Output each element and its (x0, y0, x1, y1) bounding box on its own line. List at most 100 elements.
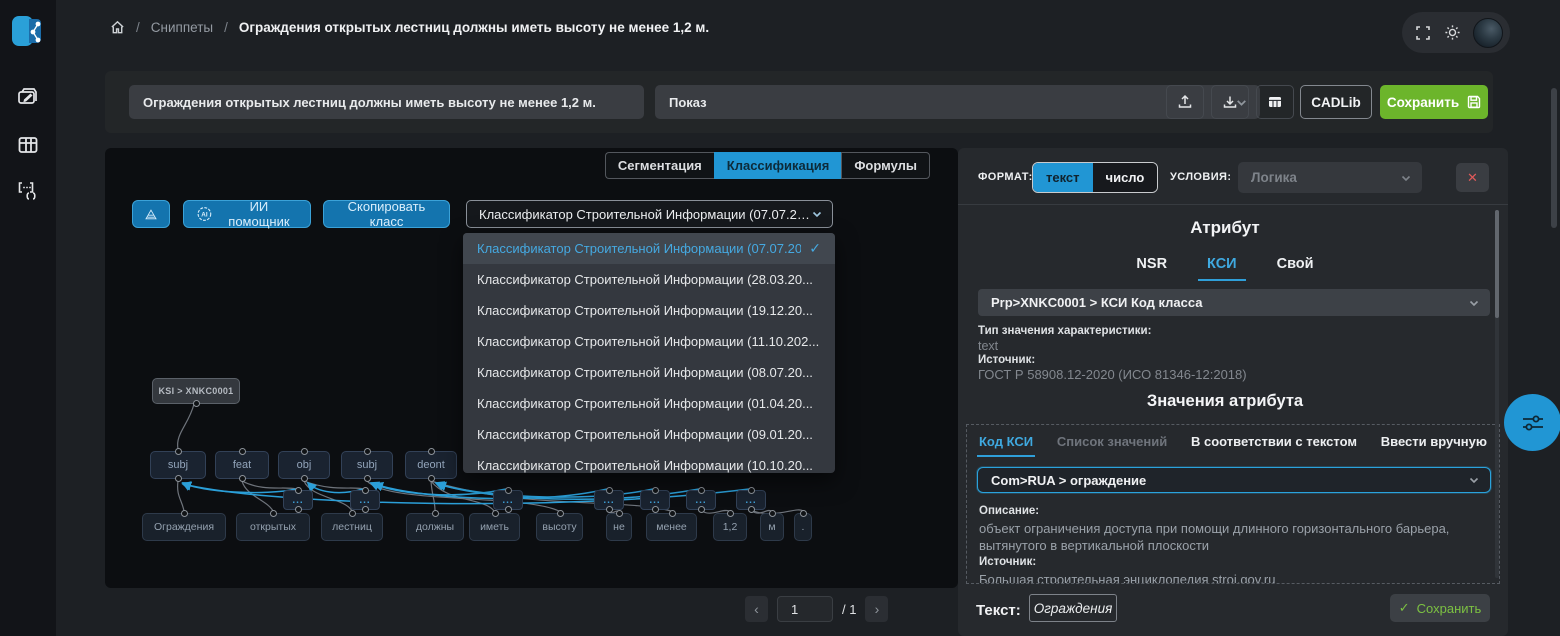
values-tab[interactable]: Ввести вручную (1381, 434, 1487, 449)
role-node[interactable]: feat (215, 451, 269, 479)
sidebar-item-snippets[interactable] (14, 84, 42, 112)
ellipsis-node[interactable]: ... (350, 490, 380, 510)
classifier-option[interactable]: Классификатор Строительной Информации (1… (463, 450, 835, 473)
classifier-option[interactable]: Классификатор Строительной Информации (0… (463, 233, 835, 264)
values-tab[interactable]: Список значений (1057, 434, 1167, 449)
grid-view-button[interactable] (1256, 85, 1294, 119)
value-source: Большая строительная энциклопедия stroi.… (979, 571, 1487, 584)
sun-icon (1444, 24, 1461, 41)
role-node[interactable]: subj (150, 451, 206, 479)
classifier-option-label: Классификатор Строительной Информации (0… (477, 365, 821, 380)
role-node[interactable]: deont (405, 451, 457, 479)
attribute-select[interactable]: Prp>XNKC0001 > КСИ Код класса (978, 289, 1490, 316)
ellipsis-node[interactable]: ... (686, 490, 716, 510)
classifier-option[interactable]: Классификатор Строительной Информации (1… (463, 295, 835, 326)
format-option-text[interactable]: текст (1033, 163, 1093, 192)
classifier-option[interactable]: Классификатор Строительной Информации (0… (463, 419, 835, 450)
classifier-dropdown-menu: Классификатор Строительной Информации (0… (463, 233, 835, 473)
snippet-text-value: Ограждения открытых лестниц должны иметь… (143, 95, 596, 110)
layers-button[interactable] (132, 200, 170, 228)
canvas-tab[interactable]: Сегментация (605, 152, 714, 179)
chevron-down-icon (1468, 297, 1480, 309)
classifier-option[interactable]: Классификатор Строительной Информации (0… (463, 388, 835, 419)
breadcrumb-separator: / (136, 20, 140, 35)
save-button[interactable]: Сохранить (1380, 85, 1488, 119)
save-button-label: Сохранить (1387, 95, 1459, 110)
panel-scrollbar-thumb[interactable] (1495, 210, 1499, 318)
ellipsis-node[interactable]: ... (283, 490, 313, 510)
chevron-down-icon (1400, 172, 1412, 184)
ellipsis-node[interactable]: ... (493, 490, 523, 510)
theme-toggle-button[interactable] (1444, 24, 1461, 41)
attribute-meta: Тип значения характеристики: text Источн… (978, 324, 1247, 382)
fullscreen-button[interactable] (1415, 25, 1431, 41)
word-node[interactable]: лестниц (321, 513, 383, 541)
role-node[interactable]: obj (278, 451, 330, 479)
word-node[interactable]: иметь (469, 513, 520, 541)
ellipsis-node[interactable]: ... (640, 490, 670, 510)
description-line2: вытянутого в вертикальной плоскости (979, 537, 1487, 554)
close-panel-button[interactable]: ✕ (1456, 163, 1489, 192)
word-node[interactable]: открытых (236, 513, 310, 541)
classifier-select[interactable]: Классификатор Строительной Информации (0… (466, 200, 833, 228)
classifier-option[interactable]: Классификатор Строительной Информации (2… (463, 264, 835, 295)
text-value-box[interactable]: Ограждения (1029, 594, 1117, 622)
word-node[interactable]: высоту (536, 513, 583, 541)
format-option-number[interactable]: число (1093, 163, 1158, 192)
word-node[interactable]: не (606, 513, 632, 541)
table-icon (16, 133, 40, 157)
canvas-tab[interactable]: Классификация (714, 152, 842, 179)
value-select[interactable]: Com>RUA > ограждение (977, 467, 1491, 493)
display-mode-value: Показ (669, 95, 1235, 110)
class-code-node[interactable]: KSI > XNKC0001 (152, 378, 240, 404)
filters-fab-button[interactable] (1504, 394, 1560, 451)
word-node[interactable]: Ограждения (142, 513, 226, 541)
classifier-option-label: Классификатор Строительной Информации (1… (477, 303, 821, 318)
word-node[interactable]: должны (406, 513, 464, 541)
classifier-option[interactable]: Классификатор Строительной Информации (0… (463, 357, 835, 388)
attribute-title: Атрибут (958, 218, 1492, 238)
home-button[interactable] (110, 20, 125, 35)
word-node[interactable]: . (794, 513, 812, 541)
canvas-tab[interactable]: Формулы (841, 152, 930, 179)
snippet-text-input[interactable]: Ограждения открытых лестниц должны иметь… (129, 85, 644, 119)
window-scrollbar-thumb[interactable] (1551, 88, 1557, 228)
page-input[interactable]: 1 (777, 596, 833, 622)
word-node[interactable]: менее (646, 513, 697, 541)
word-node[interactable]: м (760, 513, 784, 541)
app-logo[interactable] (11, 14, 45, 48)
cadlib-button[interactable]: CADLib (1300, 85, 1372, 119)
description-label: Описание: (979, 503, 1487, 520)
import-button[interactable] (1211, 85, 1249, 119)
export-button[interactable] (1166, 85, 1204, 119)
values-tab[interactable]: В соответствии с текстом (1191, 434, 1357, 449)
breadcrumb-section-link[interactable]: Сниппеты (151, 20, 213, 35)
panel-footer: Текст: Ограждения ✓ Сохранить (958, 588, 1508, 636)
panel-save-button[interactable]: ✓ Сохранить (1390, 594, 1490, 622)
prev-page-button[interactable]: ‹ (745, 596, 768, 622)
next-page-button[interactable]: › (865, 596, 888, 622)
role-node[interactable]: subj (341, 451, 393, 479)
ellipsis-node[interactable]: ... (736, 490, 766, 510)
attribute-tab[interactable]: NSR (1136, 256, 1167, 272)
values-tab[interactable]: Код КСИ (979, 434, 1033, 449)
sidebar (0, 0, 56, 636)
fullscreen-icon (1415, 25, 1431, 41)
ai-icon: AI (196, 205, 213, 223)
attribute-tab[interactable]: Свой (1277, 256, 1314, 272)
panel-scrollbar (1495, 210, 1499, 578)
values-title: Значения атрибута (958, 392, 1492, 411)
attribute-tabs: NSR КСИ Свой (958, 256, 1492, 272)
sidebar-item-table[interactable] (14, 132, 42, 160)
word-node[interactable]: 1,2 (713, 513, 747, 541)
source-label: Источник: (978, 353, 1247, 368)
classifier-option[interactable]: Классификатор Строительной Информации (1… (463, 326, 835, 357)
conditions-select[interactable]: Логика (1238, 162, 1422, 193)
ai-assistant-button[interactable]: AI ИИ помощник (183, 200, 311, 228)
ellipsis-node[interactable]: ... (594, 490, 624, 510)
user-avatar[interactable] (1473, 18, 1503, 48)
window-scrollbar (1550, 0, 1558, 636)
copy-class-button[interactable]: Скопировать класс (323, 200, 450, 228)
attribute-tab[interactable]: КСИ (1207, 256, 1237, 272)
sidebar-item-code[interactable] (14, 178, 42, 206)
